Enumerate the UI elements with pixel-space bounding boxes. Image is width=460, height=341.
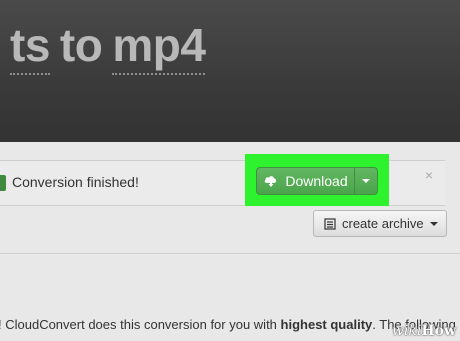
download-button[interactable]: Download xyxy=(257,168,354,194)
description-prefix: ! CloudConvert does this conversion for … xyxy=(0,317,281,332)
download-label: Download xyxy=(285,173,348,189)
main-content: Conversion finished! × xyxy=(0,142,460,341)
download-options-toggle[interactable] xyxy=(354,168,377,194)
chevron-down-icon xyxy=(429,221,438,226)
status-message: Conversion finished! xyxy=(12,174,139,190)
create-archive-label: create archive xyxy=(342,216,424,231)
source-format[interactable]: ts xyxy=(10,19,50,75)
watermark-how: How xyxy=(421,323,456,339)
wikihow-watermark: wikiHow xyxy=(392,323,456,339)
cloud-download-icon xyxy=(265,176,277,187)
page-header: ts to mp4 xyxy=(0,0,460,142)
conversion-description: ! CloudConvert does this conversion for … xyxy=(0,317,456,332)
chevron-down-icon xyxy=(362,179,370,183)
watermark-wiki: wiki xyxy=(391,323,422,339)
archive-icon xyxy=(324,217,336,230)
status-check-icon xyxy=(0,175,6,191)
section-divider xyxy=(0,253,460,254)
page-title: ts to mp4 xyxy=(10,18,206,75)
download-button-group: Download xyxy=(256,167,378,195)
title-separator: to xyxy=(59,19,103,71)
target-format[interactable]: mp4 xyxy=(112,19,206,75)
description-emphasis: highest quality xyxy=(280,317,373,332)
close-icon[interactable]: × xyxy=(425,167,433,183)
create-archive-button[interactable]: create archive xyxy=(313,210,447,237)
